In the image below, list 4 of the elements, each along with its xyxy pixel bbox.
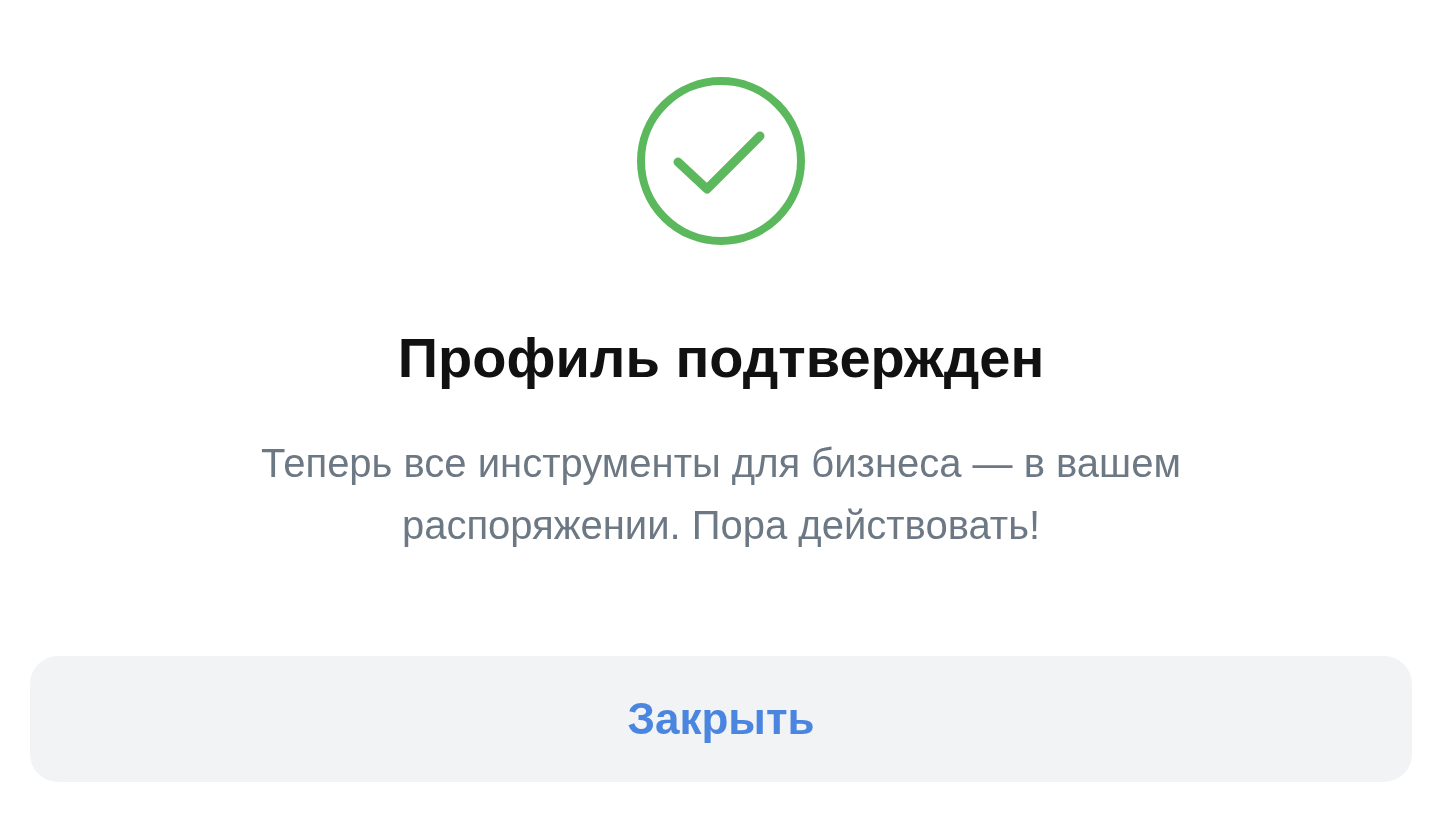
dialog-message: Теперь все инструменты для бизнеса — в вашем распоряжении. Пора действовать! <box>260 440 1182 549</box>
dialog-title: Профиль подтвержден <box>397 325 1045 391</box>
close-button[interactable]: Закрыть <box>30 656 1412 782</box>
check-circle-icon <box>636 76 806 246</box>
